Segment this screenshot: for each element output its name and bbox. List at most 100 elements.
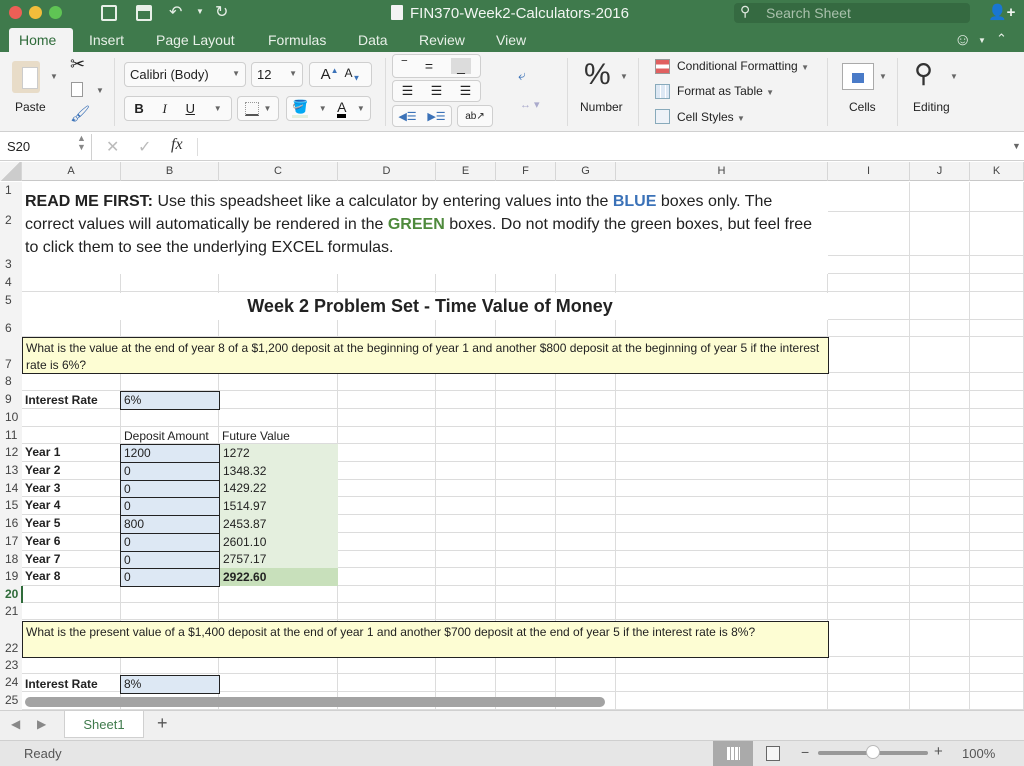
row-header[interactable]: 19 [0, 568, 22, 586]
zoom-out-button[interactable]: − [801, 744, 809, 760]
tab-formulas[interactable]: Formulas [258, 28, 336, 52]
row-header[interactable]: 23 [0, 657, 22, 674]
prev-sheet-arrow-icon[interactable]: ◀ [11, 717, 20, 731]
align-middle-icon[interactable]: = [425, 58, 433, 74]
minimize-window-button[interactable] [29, 6, 42, 19]
column-header-i[interactable]: I [828, 162, 910, 181]
cell-styles-button[interactable]: Cell Styles ▼ [677, 110, 745, 124]
font-size-select[interactable]: 12 ▼ [251, 62, 303, 87]
future-value-cell[interactable]: 2922.60 [220, 568, 338, 586]
tab-data[interactable]: Data [348, 28, 398, 52]
cells-icon[interactable] [842, 63, 874, 90]
page-layout-view-icon[interactable] [766, 746, 780, 761]
row-header[interactable]: 18 [0, 551, 22, 568]
future-value-cell[interactable]: 1514.97 [220, 497, 338, 515]
tab-review[interactable]: Review [409, 28, 475, 52]
save-icon[interactable] [136, 5, 152, 21]
font-color-dropdown-icon[interactable]: ▼ [357, 104, 365, 113]
future-value-cell[interactable]: 1429.22 [220, 480, 338, 497]
column-header-b[interactable]: B [121, 162, 219, 181]
italic-button[interactable]: I [162, 101, 166, 117]
formula-input[interactable] [197, 138, 997, 156]
row-header[interactable]: 12 [0, 444, 22, 462]
future-value-cell[interactable]: 1272 [220, 444, 338, 462]
deposit-amount-input[interactable]: 0 [120, 533, 220, 552]
row-header[interactable]: 10 [0, 409, 22, 427]
tab-page-layout[interactable]: Page Layout [146, 28, 245, 52]
increase-indent-icon[interactable]: ▶☰ [427, 110, 445, 123]
zoom-in-button[interactable]: + [934, 743, 943, 760]
column-header-j[interactable]: J [910, 162, 970, 181]
row-header[interactable]: 17 [0, 533, 22, 551]
problem1-question[interactable]: What is the value at the end of year 8 o… [22, 337, 829, 374]
percent-format-icon[interactable]: % [584, 58, 611, 92]
conditional-formatting-button[interactable]: Conditional Formatting ▼ [677, 59, 809, 73]
row-header[interactable]: 16 [0, 515, 22, 533]
horizontal-scrollbar[interactable] [25, 697, 605, 707]
future-value-cell[interactable]: 2453.87 [220, 515, 338, 533]
deposit-amount-input[interactable]: 0 [120, 568, 220, 587]
font-name-select[interactable]: Calibri (Body) ▼ [124, 62, 246, 87]
deposit-amount-input[interactable]: 1200 [120, 444, 220, 463]
row-header[interactable]: 8 [0, 373, 22, 391]
increase-font-size-icon[interactable]: A▲ [321, 66, 339, 83]
wrap-text-icon[interactable]: ⤶ [518, 67, 526, 84]
bold-button[interactable]: B [134, 101, 143, 116]
row-header[interactable]: 22 [0, 620, 22, 657]
paste-dropdown-icon[interactable]: ▼ [50, 72, 58, 81]
deposit-amount-input[interactable]: 0 [120, 462, 220, 481]
next-sheet-arrow-icon[interactable]: ▶ [37, 717, 46, 731]
normal-view-button[interactable] [713, 741, 753, 766]
format-as-table-button[interactable]: Format as Table ▼ [677, 84, 774, 98]
align-left-icon[interactable]: ☰ [402, 83, 414, 99]
copy-icon[interactable] [71, 82, 83, 97]
merge-center-icon[interactable]: ↔ ▾ [520, 98, 540, 111]
align-center-icon[interactable]: ☰ [431, 83, 443, 99]
format-painter-icon[interactable]: 🖌 [70, 104, 90, 124]
column-header-a[interactable]: A [22, 162, 121, 181]
future-value-cell[interactable]: 2601.10 [220, 533, 338, 551]
orientation-button[interactable]: ab↗ [457, 105, 493, 127]
zoom-slider-handle[interactable] [866, 745, 880, 759]
search-sheet-input[interactable]: ⚲ Search Sheet [734, 3, 970, 23]
number-format-dropdown-icon[interactable]: ▼ [620, 72, 628, 81]
smiley-feedback-icon[interactable]: ☺ [954, 30, 971, 50]
undo-dropdown-icon[interactable]: ▼ [196, 7, 204, 16]
insert-function-icon[interactable]: fx [171, 136, 183, 154]
row-header[interactable]: 14 [0, 480, 22, 497]
enter-check-icon[interactable]: ✓ [138, 137, 151, 157]
fill-color-icon[interactable]: 🪣 [292, 99, 309, 118]
future-value-cell[interactable]: 2757.17 [220, 551, 338, 568]
deposit-amount-input[interactable]: 0 [120, 497, 220, 516]
share-add-person-icon[interactable]: 👤+ [988, 3, 1015, 21]
underline-dropdown-icon[interactable]: ▼ [214, 104, 222, 113]
cancel-x-icon[interactable]: ✕ [106, 137, 119, 157]
future-value-cell[interactable]: 1348.32 [220, 462, 338, 480]
expand-formula-bar-icon[interactable]: ▼ [1012, 141, 1021, 151]
row-header[interactable]: 15 [0, 497, 22, 515]
row-header[interactable]: 9 [0, 391, 22, 409]
cut-scissors-icon[interactable]: ✂ [70, 54, 85, 75]
row-header[interactable]: 5 [0, 292, 22, 320]
find-magnifier-icon[interactable]: ⚲ [914, 58, 933, 89]
column-header-d[interactable]: D [338, 162, 436, 181]
decrease-font-size-icon[interactable]: A▼ [345, 66, 361, 82]
feedback-dropdown-icon[interactable]: ▼ [978, 36, 986, 45]
sheet-tab-sheet1[interactable]: Sheet1 [64, 711, 144, 738]
align-top-icon[interactable]: ‾ [402, 58, 407, 74]
column-header-g[interactable]: G [556, 162, 616, 181]
underline-button[interactable]: U [186, 101, 195, 116]
font-color-icon[interactable]: A [337, 100, 347, 118]
collapse-ribbon-icon[interactable]: ⌃ [996, 31, 1007, 47]
undo-icon[interactable]: ↶ [169, 2, 182, 22]
row-header[interactable]: 24 [0, 674, 22, 692]
redo-icon[interactable]: ↻ [215, 2, 228, 22]
column-header-f[interactable]: F [496, 162, 556, 181]
align-right-icon[interactable]: ☰ [460, 83, 472, 99]
row-header[interactable]: 3 [0, 256, 22, 274]
row-header[interactable]: 4 [0, 274, 22, 292]
row-header[interactable]: 25 [0, 692, 22, 710]
row-header[interactable]: 6 [0, 320, 22, 337]
column-header-h[interactable]: H [616, 162, 828, 181]
copy-dropdown-icon[interactable]: ▼ [96, 86, 104, 95]
